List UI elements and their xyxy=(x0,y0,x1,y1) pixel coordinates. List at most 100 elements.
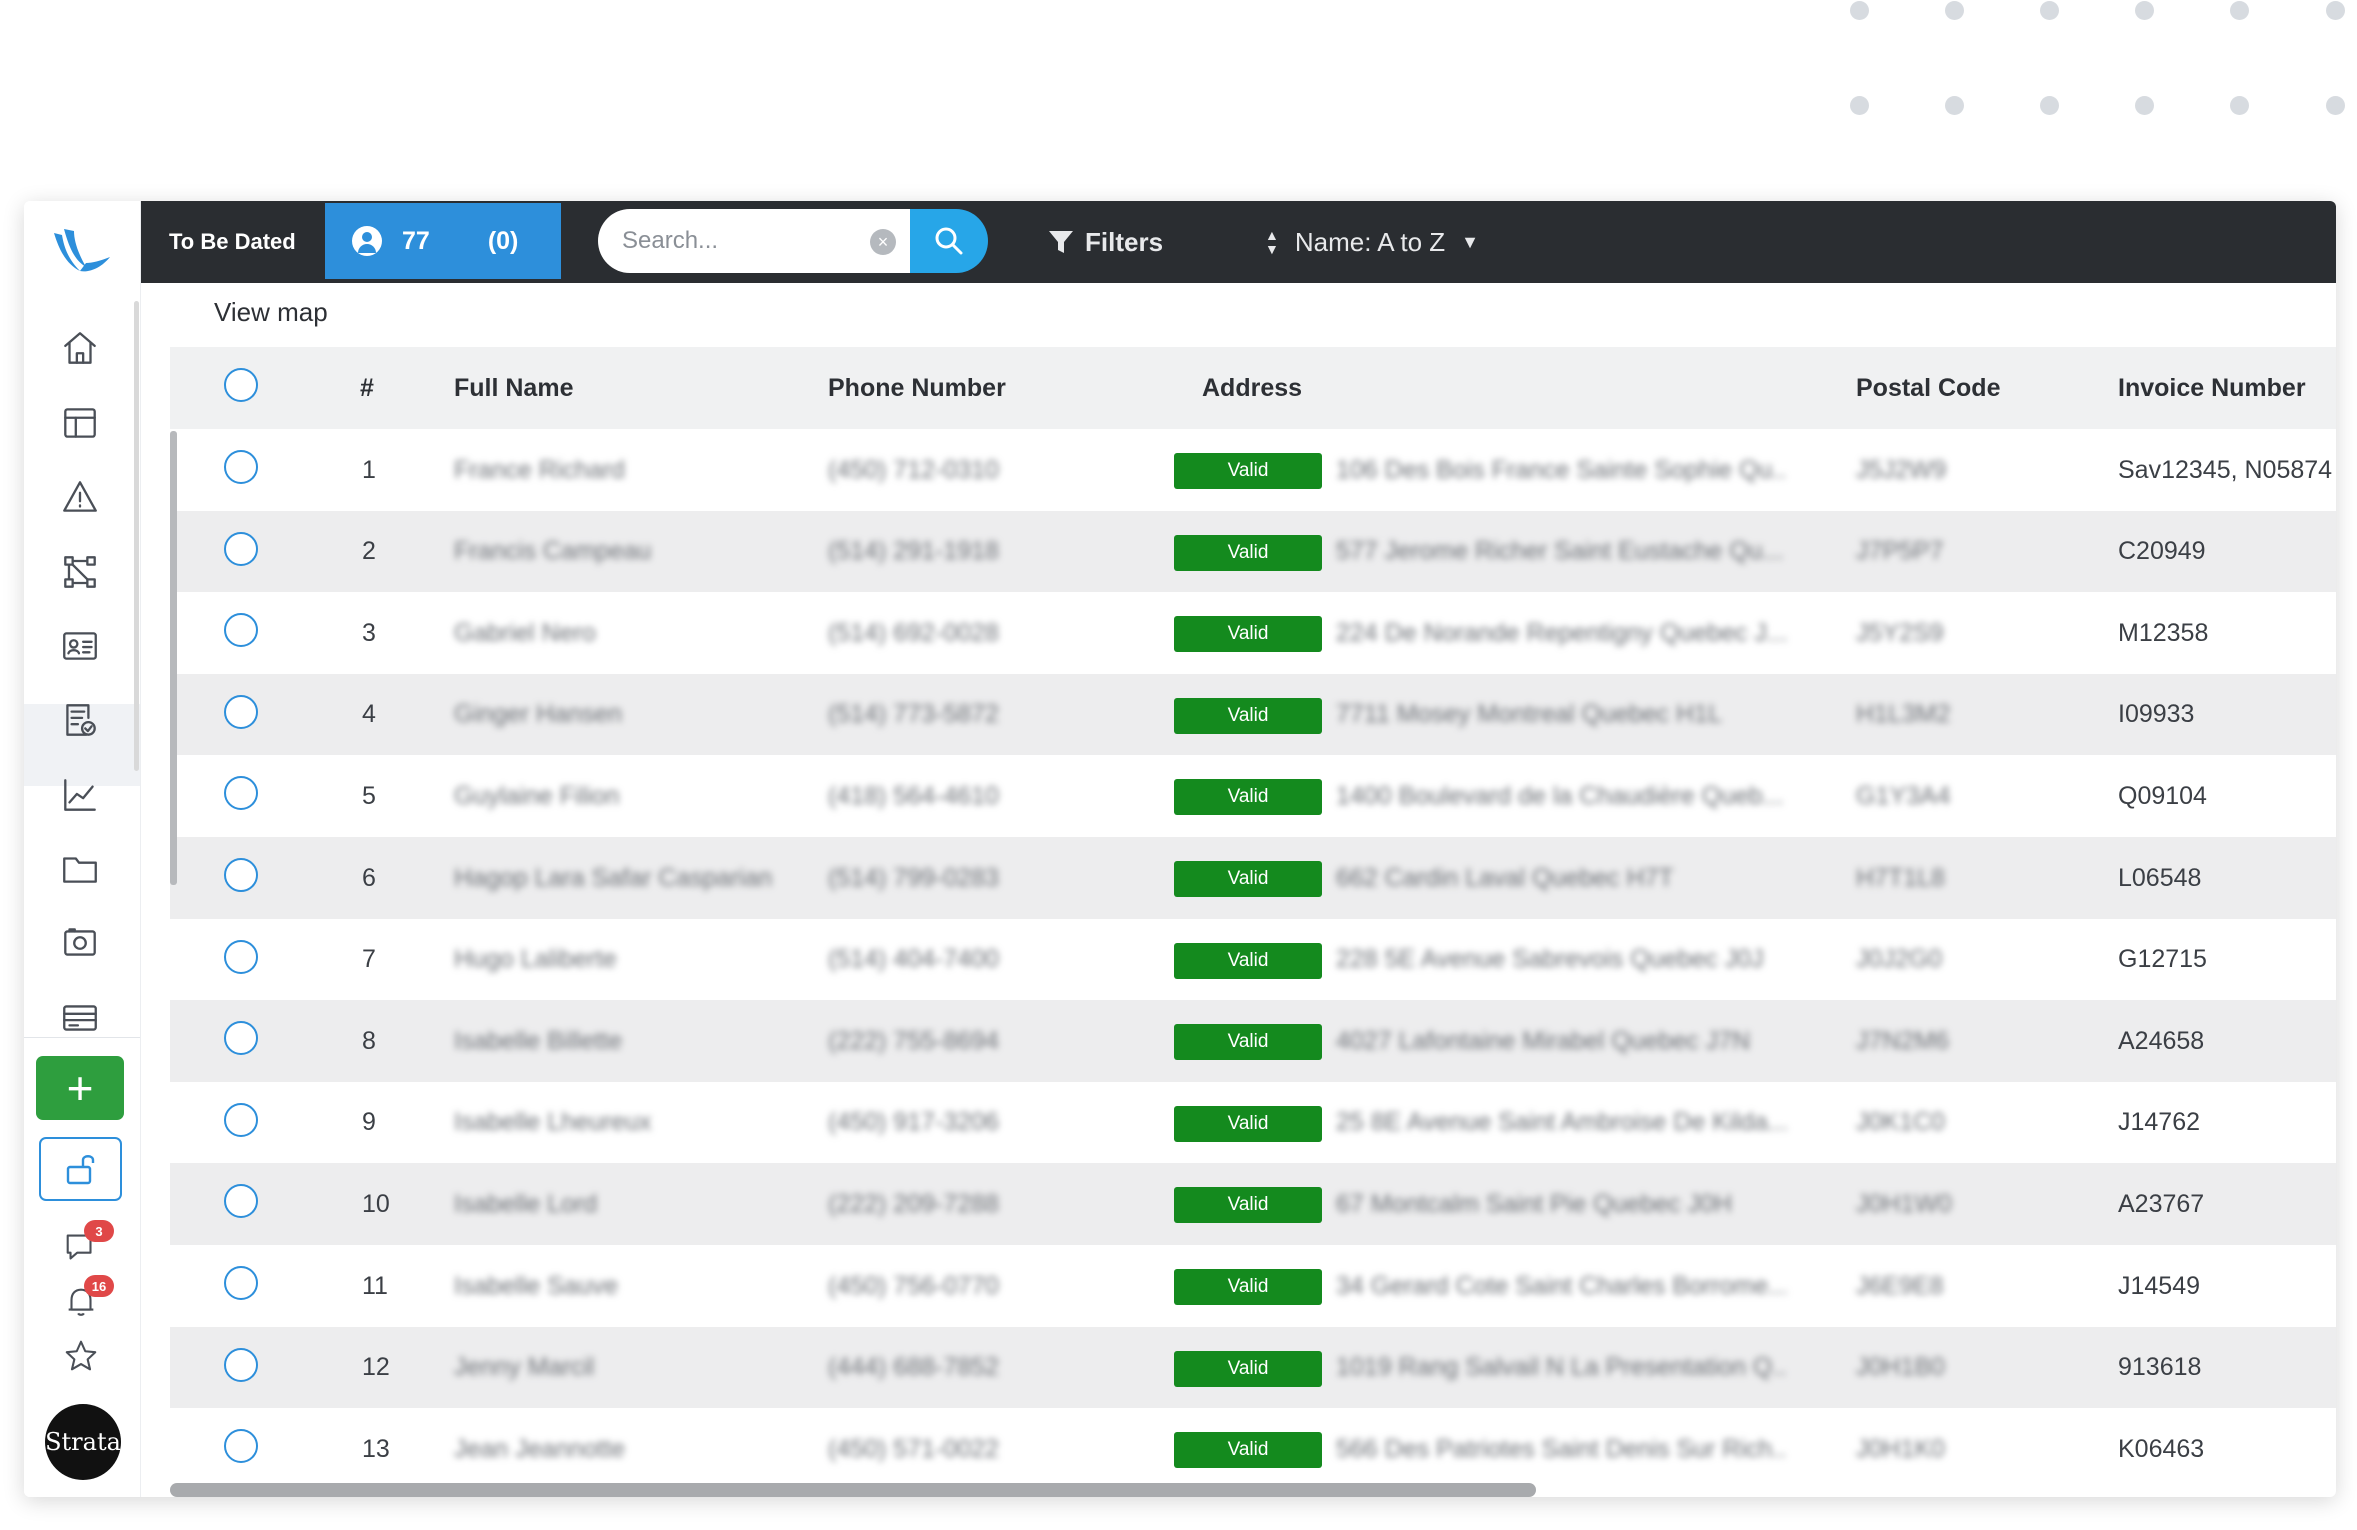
column-header-address[interactable]: Address xyxy=(1202,347,1302,429)
camera-icon[interactable] xyxy=(55,918,105,968)
full-name-cell: Isabelle Lord xyxy=(454,1189,598,1218)
invoice-cell: L06548 xyxy=(2118,863,2202,892)
full-name-cell: Guylaine Filion xyxy=(454,781,620,810)
decorative-dot xyxy=(2326,1,2345,20)
postal-code-cell: J7P5P7 xyxy=(1856,537,1944,566)
row-select-radio[interactable] xyxy=(224,531,258,566)
column-header-full-name[interactable]: Full Name xyxy=(454,347,573,429)
home-icon[interactable] xyxy=(55,323,105,373)
row-select-radio[interactable] xyxy=(224,1266,258,1300)
full-name-cell: Isabelle Lheureux xyxy=(454,1108,652,1137)
billing-icon[interactable] xyxy=(55,993,105,1043)
decorative-dot xyxy=(2230,1,2249,20)
decorative-dot xyxy=(2040,1,2059,20)
view-map-link[interactable]: View map xyxy=(214,297,328,328)
search-button[interactable] xyxy=(910,209,988,273)
table-row[interactable]: 11 Isabelle Sauve (450) 756-0770 Valid 34 Ge… xyxy=(170,1245,2336,1327)
table-row[interactable]: 5 Guylaine Filion (418) 564-4610 Valid 1400 … xyxy=(170,755,2336,838)
workflow-icon[interactable] xyxy=(55,547,105,597)
sidebar-divider xyxy=(24,1037,140,1038)
orders-icon[interactable] xyxy=(55,695,105,745)
row-select-radio[interactable] xyxy=(224,1102,258,1137)
full-name-cell: Hagop Lara Safar Casparian xyxy=(454,863,773,892)
decorative-dot xyxy=(1945,1,1964,20)
postal-code-cell: J5J2W9 xyxy=(1856,455,1947,484)
select-all-radio[interactable] xyxy=(224,368,258,402)
sort-dropdown[interactable]: ▲ ▼ Name: A to Z ▼ xyxy=(1265,201,1479,283)
sort-icon: ▲ ▼ xyxy=(1265,227,1279,257)
dashboard-icon[interactable] xyxy=(55,398,105,448)
status-badge: Valid xyxy=(1174,1350,1322,1387)
messages-button[interactable]: 3 xyxy=(62,1220,114,1272)
table-row[interactable]: 6 Hagop Lara Safar Casparian (514) 799-028… xyxy=(170,837,2336,919)
table-row[interactable]: 10 Isabelle Lord (222) 209-7288 Valid 67 Mon… xyxy=(170,1163,2336,1246)
phone-cell: (450) 756-0770 xyxy=(828,1271,999,1300)
table-row[interactable]: 7 Hugo Laliberte (514) 404-7400 Valid 228 5E… xyxy=(170,918,2336,1001)
bird-logo-icon[interactable] xyxy=(46,223,116,283)
phone-cell: (222) 209-7288 xyxy=(828,1189,999,1218)
table-row[interactable]: 2 Francis Campeau (514) 291-1918 Valid 577 J… xyxy=(170,510,2336,593)
table-row[interactable]: 1 France Richard (450) 712-0310 Valid 106 De… xyxy=(170,429,2336,511)
table-row[interactable]: 8 Isabelle Billette (222) 755-8694 Valid 402… xyxy=(170,1000,2336,1083)
avatar[interactable]: Strata xyxy=(45,1404,121,1480)
chevron-down-icon: ▼ xyxy=(1461,231,1479,252)
table-row[interactable]: 12 Jenny Marcil (444) 688-7852 Valid 1019 Ra… xyxy=(170,1326,2336,1409)
table-row[interactable]: 4 Ginger Hansen (514) 773-5872 Valid 7711 Mo… xyxy=(170,673,2336,756)
unlock-button[interactable] xyxy=(39,1137,122,1201)
notifications-badge: 16 xyxy=(84,1275,114,1297)
phone-cell: (450) 917-3206 xyxy=(828,1108,999,1137)
column-header-invoice[interactable]: Invoice Number xyxy=(2118,347,2306,429)
filters-button[interactable]: Filters xyxy=(1047,201,1163,283)
phone-cell: (514) 773-5872 xyxy=(828,700,999,729)
full-name-cell: Isabelle Sauve xyxy=(454,1271,619,1300)
row-number: 6 xyxy=(362,863,376,892)
add-button[interactable]: + xyxy=(36,1056,124,1120)
row-number: 8 xyxy=(362,1026,376,1055)
contacts-icon[interactable] xyxy=(55,621,105,671)
decorative-dot xyxy=(2230,96,2249,115)
table-row[interactable]: 3 Gabriel Nero (514) 692-0028 Valid 224 De N… xyxy=(170,592,2336,675)
invoice-cell: G12715 xyxy=(2118,945,2207,974)
row-number: 5 xyxy=(362,781,376,810)
clear-search-icon[interactable]: × xyxy=(870,229,896,255)
row-select-radio[interactable] xyxy=(224,450,258,484)
phone-cell: (450) 712-0310 xyxy=(828,455,999,484)
postal-code-cell: J0H1K0 xyxy=(1856,1434,1945,1463)
status-badge: Valid xyxy=(1174,534,1322,571)
row-select-radio[interactable] xyxy=(224,1429,258,1464)
row-select-radio[interactable] xyxy=(224,776,258,811)
filters-label: Filters xyxy=(1085,226,1164,257)
invoice-cell: M12358 xyxy=(2118,618,2209,647)
search-box: × xyxy=(598,209,910,273)
status-badge: Valid xyxy=(1174,453,1322,489)
row-select-radio[interactable] xyxy=(224,1347,258,1382)
count-tab[interactable]: 77 (0) xyxy=(325,203,561,279)
selected-count: (0) xyxy=(487,226,519,255)
horizontal-scrollbar[interactable] xyxy=(170,1483,1536,1497)
search-input[interactable] xyxy=(622,227,852,255)
column-header-number[interactable]: # xyxy=(360,347,374,429)
row-select-radio[interactable] xyxy=(224,1021,258,1056)
column-header-phone[interactable]: Phone Number xyxy=(828,347,1006,429)
column-header-postal-code[interactable]: Postal Code xyxy=(1856,347,2000,429)
row-select-radio[interactable] xyxy=(224,939,258,974)
analytics-icon[interactable] xyxy=(55,770,105,820)
folder-icon[interactable] xyxy=(55,844,105,894)
row-select-radio[interactable] xyxy=(224,858,258,892)
table-row[interactable]: 9 Isabelle Lheureux (450) 917-3206 Valid 25 … xyxy=(170,1081,2336,1164)
favorites-button[interactable] xyxy=(62,1337,108,1381)
row-select-radio[interactable] xyxy=(224,694,258,729)
notifications-button[interactable]: 16 xyxy=(62,1275,114,1327)
row-number: 10 xyxy=(362,1189,390,1218)
row-select-radio[interactable] xyxy=(224,613,258,648)
sidebar: + 3 16 Strata xyxy=(24,201,141,1497)
sidebar-scrollbar[interactable] xyxy=(134,301,139,771)
alert-icon[interactable] xyxy=(55,472,105,522)
row-select-radio[interactable] xyxy=(224,1184,258,1219)
avatar-label: Strata xyxy=(45,1428,121,1456)
vertical-scrollbar[interactable] xyxy=(170,431,177,885)
table-row[interactable]: 13 Jean Jeannotte (450) 571-0022 Valid 566 D… xyxy=(170,1408,2336,1485)
app-window: + 3 16 Strata To Be Dated 77 (0) × xyxy=(24,201,2336,1497)
full-name-cell: Hugo Laliberte xyxy=(454,945,617,974)
invoice-cell: I09933 xyxy=(2118,700,2195,729)
